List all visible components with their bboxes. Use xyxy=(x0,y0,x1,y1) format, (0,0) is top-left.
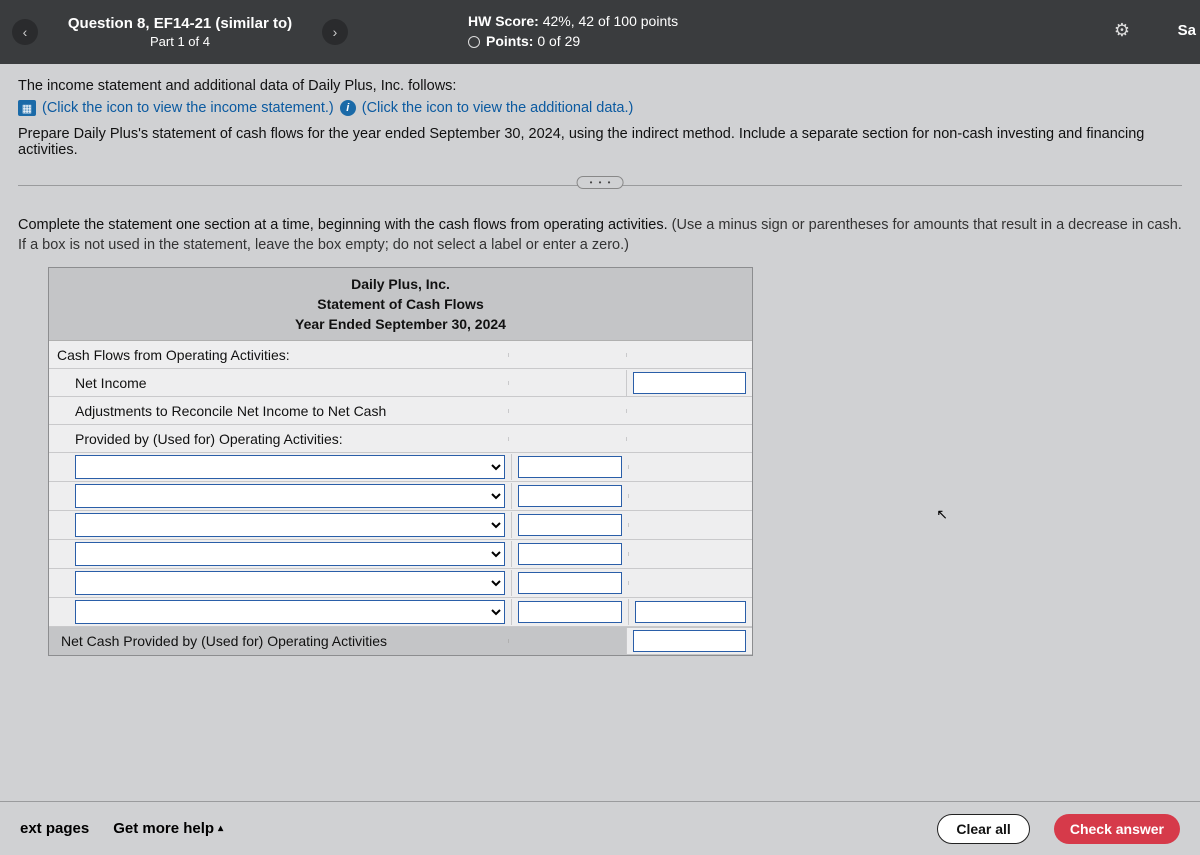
net-income-label: Net Income xyxy=(49,371,508,395)
table-row: Net Income xyxy=(49,369,752,397)
points-row: Points: 0 of 29 xyxy=(468,32,678,52)
adjustment-amount-5[interactable] xyxy=(518,572,622,594)
adjustments-label-1: Adjustments to Reconcile Net Income to N… xyxy=(49,399,508,423)
net-operating-label: Net Cash Provided by (Used for) Operatin… xyxy=(49,629,508,653)
caret-up-icon: ▴ xyxy=(218,823,223,834)
step-instruction: Complete the statement one section at a … xyxy=(18,216,1182,255)
adjustment-select-5[interactable] xyxy=(75,571,505,595)
adjustment-subtotal[interactable] xyxy=(635,601,746,623)
adjustments-label-2: Provided by (Used for) Operating Activit… xyxy=(49,427,508,451)
table-row xyxy=(49,598,752,627)
adjustment-select-1[interactable] xyxy=(75,455,505,479)
gear-icon[interactable]: ⚙ xyxy=(1114,20,1130,41)
table-row xyxy=(49,453,752,482)
table-row: Adjustments to Reconcile Net Income to N… xyxy=(49,397,752,425)
additional-data-link[interactable]: (Click the icon to view the additional d… xyxy=(362,100,634,116)
net-operating-input[interactable] xyxy=(633,630,746,652)
adjustment-select-6[interactable] xyxy=(75,600,505,624)
score-block: HW Score: 42%, 42 of 100 points Points: … xyxy=(468,12,678,51)
statement-period: Year Ended September 30, 2024 xyxy=(49,314,752,334)
expand-dots-button[interactable]: • • • xyxy=(577,176,624,189)
hw-score: HW Score: 42%, 42 of 100 points xyxy=(468,12,678,32)
question-title-block: Question 8, EF14-21 (similar to) Part 1 … xyxy=(50,15,310,49)
worksheet-header: Daily Plus, Inc. Statement of Cash Flows… xyxy=(49,268,752,341)
operating-activities-header: Cash Flows from Operating Activities: xyxy=(49,343,508,367)
net-income-input[interactable] xyxy=(633,372,746,394)
income-statement-link[interactable]: (Click the icon to view the income state… xyxy=(42,100,334,116)
get-more-help-button[interactable]: Get more help ▴ xyxy=(113,820,223,837)
table-row xyxy=(49,569,752,598)
adjustment-select-3[interactable] xyxy=(75,513,505,537)
bottom-toolbar: ext pages Get more help ▴ Clear all Chec… xyxy=(0,801,1200,855)
ext-pages-button[interactable]: ext pages xyxy=(20,820,89,837)
statement-title: Statement of Cash Flows xyxy=(49,294,752,314)
question-part: Part 1 of 4 xyxy=(50,34,310,49)
table-row: Net Cash Provided by (Used for) Operatin… xyxy=(49,627,752,655)
adjustment-amount-2[interactable] xyxy=(518,485,622,507)
company-name: Daily Plus, Inc. xyxy=(49,274,752,294)
data-links-row: ▦ (Click the icon to view the income sta… xyxy=(18,100,1182,116)
table-row xyxy=(49,511,752,540)
progress-circle-icon xyxy=(468,36,480,48)
intro-text: The income statement and additional data… xyxy=(18,78,1182,94)
table-row xyxy=(49,482,752,511)
adjustment-amount-4[interactable] xyxy=(518,543,622,565)
table-row: Cash Flows from Operating Activities: xyxy=(49,341,752,369)
save-button-fragment[interactable]: Sa xyxy=(1170,16,1200,45)
cursor-icon: ↖ xyxy=(936,506,948,523)
adjustment-select-4[interactable] xyxy=(75,542,505,566)
table-row: Provided by (Used for) Operating Activit… xyxy=(49,425,752,453)
adjustment-amount-1[interactable] xyxy=(518,456,622,478)
question-header: ‹ Question 8, EF14-21 (similar to) Part … xyxy=(0,0,1200,64)
prev-question-button[interactable]: ‹ xyxy=(12,19,38,45)
table-icon[interactable]: ▦ xyxy=(18,100,36,116)
next-question-button[interactable]: › xyxy=(322,19,348,45)
adjustment-select-2[interactable] xyxy=(75,484,505,508)
info-icon[interactable]: i xyxy=(340,100,356,116)
table-row xyxy=(49,540,752,569)
adjustment-amount-6[interactable] xyxy=(518,601,622,623)
question-title: Question 8, EF14-21 (similar to) xyxy=(50,15,310,32)
task-instruction: Prepare Daily Plus's statement of cash f… xyxy=(18,126,1182,158)
check-answer-button[interactable]: Check answer xyxy=(1054,814,1180,844)
content-area: The income statement and additional data… xyxy=(0,64,1200,656)
adjustment-amount-3[interactable] xyxy=(518,514,622,536)
cash-flow-worksheet: Daily Plus, Inc. Statement of Cash Flows… xyxy=(48,267,753,656)
clear-all-button[interactable]: Clear all xyxy=(937,814,1029,844)
section-divider: • • • xyxy=(18,176,1182,194)
